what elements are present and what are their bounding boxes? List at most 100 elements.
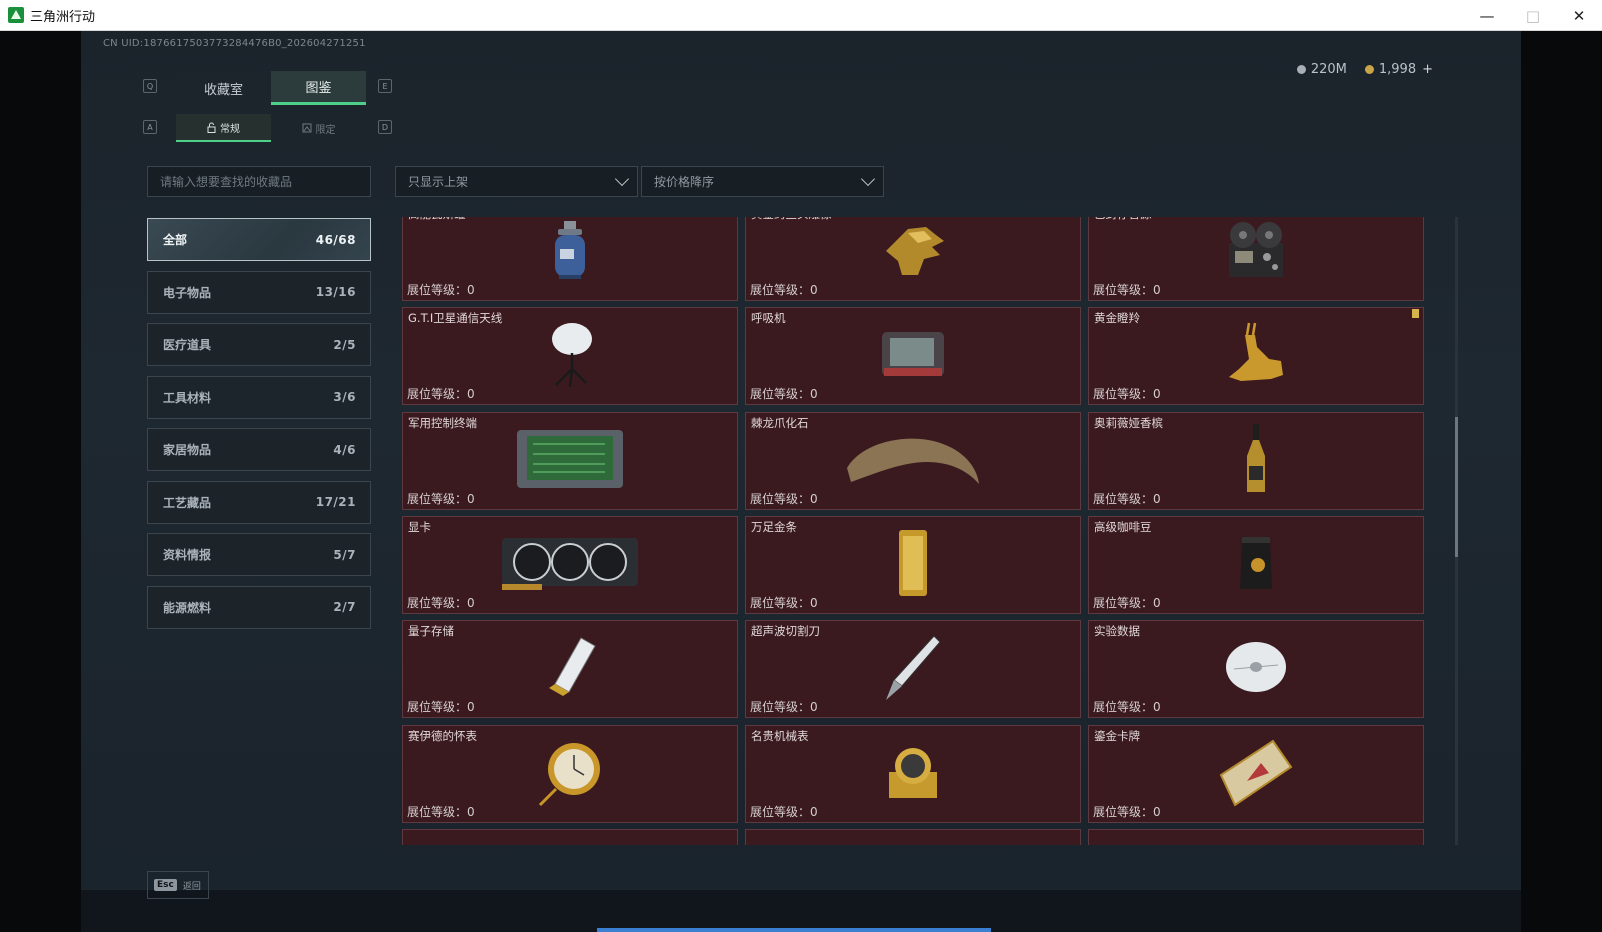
category-medical[interactable]: 医疗道具 2/5 [147,323,371,366]
coffee-beans-icon [1236,533,1276,597]
window-title: 三角洲行动 [30,9,96,25]
display-level: 展位等级：0 [1093,804,1161,819]
item-name: 显卡 [408,519,431,534]
title-bar: 三角洲行动 — □ ✕ [0,0,1602,31]
collectible-card[interactable]: 鎏金卡牌展位等级：0 [1088,724,1424,823]
collectible-card[interactable]: 呼吸机 展位等级：0 [745,307,1081,406]
collectible-card[interactable]: 超声波切割刀 展位等级：0 [745,620,1081,719]
display-level: 展位等级：0 [407,283,475,297]
item-name: 已封存音源 [1094,217,1152,222]
collectible-card-partial[interactable] [1088,828,1424,845]
collectible-card[interactable]: 高级咖啡豆展位等级：0 [1088,515,1424,614]
window-controls: — □ ✕ [1464,0,1602,31]
collectible-card[interactable]: 实验数据 展位等级：0 [1088,620,1424,719]
item-name: 呼吸机 [751,311,786,326]
category-crafts[interactable]: 工艺藏品 17/21 [147,480,371,524]
display-level: 展位等级：0 [407,491,475,506]
collectible-card[interactable]: 万足金条 展位等级：0 [745,515,1081,614]
footer-bar [81,889,1521,932]
collectible-card[interactable]: 高能瓦斯罐展位等级：0 [402,217,738,301]
gold-balance: 1,998 + [1364,62,1433,77]
item-name: 奥莉薇娅香槟 [1094,415,1163,430]
chevron-down-icon [614,171,630,187]
display-level: 展位等级：0 [407,387,475,402]
add-gold-button[interactable]: + [1422,62,1433,77]
collectible-card[interactable]: 赛伊德的怀表 展位等级：0 [402,724,738,823]
item-name: 名贵机械表 [751,728,809,743]
item-name: 高级咖啡豆 [1094,519,1152,534]
scrollbar-thumb[interactable] [1455,417,1458,557]
category-household[interactable]: 家居物品 4/6 [147,428,371,471]
collectible-card[interactable]: 显卡 展位等级：0 [402,515,738,614]
subtab-regular[interactable]: 常规 [176,114,271,142]
display-level: 展位等级：0 [407,804,475,819]
quantum-storage-icon [541,634,599,704]
collectible-card[interactable]: 已封存音源展位等级：0 [1088,217,1424,301]
satellite-antenna-icon [540,317,600,395]
category-all[interactable]: 全部 46/68 [147,218,371,261]
shelf-filter-dropdown[interactable]: 只显示上架 [395,166,638,197]
item-name: 万足金条 [751,519,797,534]
display-level: 展位等级：0 [1093,595,1161,610]
grid-scrollbar[interactable] [1455,217,1458,845]
display-level: 展位等级：0 [750,491,818,506]
collectible-card[interactable]: 黄金瞪羚 展位等级：0 [1088,307,1424,406]
collectible-card[interactable]: 黄金鳄鱼头雕像展位等级：0 [745,217,1081,301]
app-logo-icon [8,7,24,23]
pocket-watch-icon [536,735,604,813]
ultrasonic-knife-icon [882,632,944,706]
collectible-card[interactable]: 量子存储 展位等级：0 [402,620,738,719]
item-name: 棘龙爪化石 [751,415,809,430]
claw-fossil-icon [843,428,983,494]
close-icon[interactable]: ✕ [1556,0,1602,31]
collectible-card[interactable]: 奥莉薇娅香槟 展位等级：0 [1088,411,1424,510]
gold-gazelle-icon [1221,319,1291,393]
sort-dropdown[interactable]: 按价格降序 [641,166,884,197]
category-tools[interactable]: 工具材料 3/6 [147,375,371,419]
left-letterbox [0,31,81,932]
search-input[interactable] [160,174,360,189]
currency-bar: 220M 1,998 + [1296,62,1433,77]
display-level: 展位等级：0 [1093,700,1161,715]
chevron-down-icon [860,171,876,187]
silver-balance: 220M [1296,62,1347,77]
display-level: 展位等级：0 [750,700,818,715]
item-name: 黄金鳄鱼头雕像 [751,217,832,222]
item-name: 赛伊德的怀表 [408,728,477,743]
subtab-limited[interactable]: 限定 [271,114,366,142]
display-level: 展位等级：0 [1093,387,1161,402]
key-hint-e: E [378,79,392,93]
collectible-card[interactable]: 名贵机械表展位等级：0 [745,724,1081,823]
gold-coin-icon [1364,65,1374,74]
collectible-card-partial[interactable] [402,828,738,845]
reel-recorder-icon [1223,217,1289,287]
category-fuel[interactable]: 能源燃料 2/7 [147,585,371,629]
search-box[interactable] [147,166,371,197]
minimize-icon[interactable]: — [1464,0,1510,31]
mechanical-watch-icon [885,742,941,806]
key-hint-d: D [378,120,392,134]
data-disc-icon [1224,639,1288,699]
collectible-card[interactable]: 棘龙爪化石展位等级：0 [745,411,1081,510]
sub-tabs: 常规 限定 [176,114,366,142]
category-intel[interactable]: 资料情报 5/7 [147,533,371,576]
tab-collection-room[interactable]: 收藏室 [176,71,271,105]
display-level: 展位等级：0 [750,804,818,819]
category-list: 全部 46/68 电子物品 13/16 医疗道具 2/5 工具材料 3/6 家居物品 4/… [147,218,371,638]
gold-crocodile-statue-icon [878,221,948,283]
back-button[interactable]: Esc 返回 [147,871,209,899]
maximize-icon[interactable]: □ [1510,0,1556,31]
shelf-filter-value: 只显示上架 [408,175,469,189]
limited-icon [302,123,311,133]
display-level: 展位等级：0 [1093,283,1161,297]
collectible-card[interactable]: G.T.I卫星通信天线 展位等级：0 [402,307,738,406]
category-electronics[interactable]: 电子物品 13/16 [147,270,371,314]
taskbar-indicator [597,928,991,932]
collectible-card-partial[interactable] [745,828,1081,845]
tab-codex[interactable]: 图鉴 [271,71,366,105]
collectible-card[interactable]: 军用控制终端 展位等级：0 [402,411,738,510]
item-name: 鎏金卡牌 [1094,728,1140,743]
champagne-icon [1243,422,1269,500]
game-viewport: CN UID:1876617503773284476B0_20260427125… [81,31,1521,932]
silver-coin-icon [1296,65,1306,74]
